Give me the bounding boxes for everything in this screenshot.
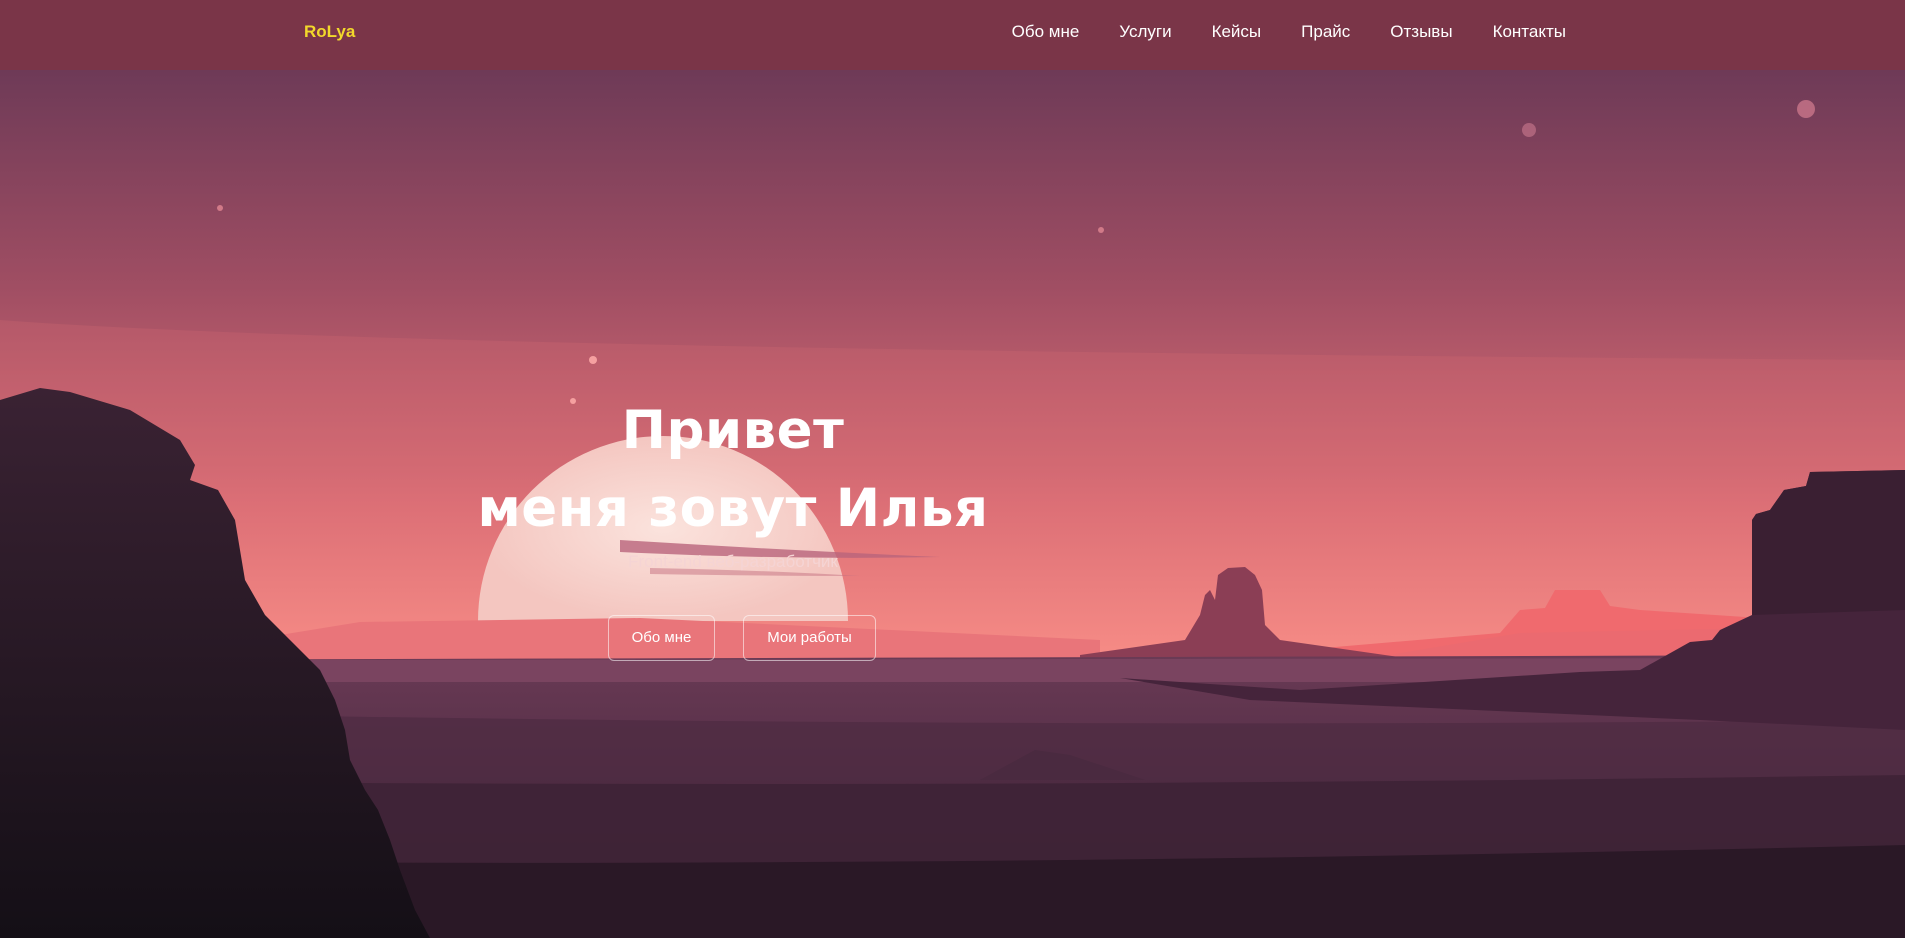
hero-title: Привет меня зовут Илья: [433, 392, 1033, 548]
nav-link-reviews[interactable]: Отзывы: [1390, 22, 1452, 42]
hero-subtitle: Front-end веб-разработчик: [628, 552, 838, 571]
nav-link-about[interactable]: Обо мне: [1012, 22, 1080, 42]
nav-link-cases[interactable]: Кейсы: [1212, 22, 1262, 42]
logo-link[interactable]: RoLya: [304, 22, 355, 42]
page: RoLya Обо мне Услуги Кейсы Прайс Отзывы …: [0, 0, 1905, 938]
my-works-button[interactable]: Мои работы: [743, 615, 876, 661]
site-header: RoLya Обо мне Услуги Кейсы Прайс Отзывы …: [0, 0, 1905, 70]
hero-title-line1: Привет: [621, 400, 845, 461]
hero-title-line2: меня зовут Илья: [477, 478, 989, 539]
main-nav: Обо мне Услуги Кейсы Прайс Отзывы Контак…: [1012, 22, 1566, 42]
nav-link-contacts[interactable]: Контакты: [1493, 22, 1566, 42]
nav-link-services[interactable]: Услуги: [1119, 22, 1171, 42]
nav-link-price[interactable]: Прайс: [1301, 22, 1350, 42]
about-button[interactable]: Обо мне: [608, 615, 715, 661]
